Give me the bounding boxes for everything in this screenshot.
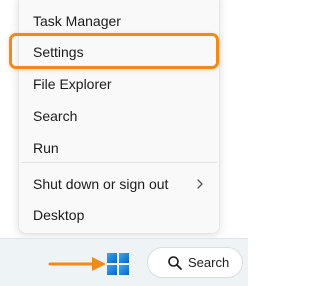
windows-logo-icon [107,253,129,275]
menu-item-label: Desktop [33,207,85,223]
taskbar-search-button[interactable]: Search [147,247,243,278]
menu-item-search[interactable]: Search [19,102,219,130]
menu-item-desktop[interactable]: Desktop [19,201,219,229]
menu-item-label: Settings [33,44,84,60]
menu-item-label: Search [33,108,78,124]
menu-item-run[interactable]: Run [19,134,219,162]
menu-separator [21,162,217,163]
menu-item-label: File Explorer [33,76,112,92]
search-icon [168,256,182,270]
menu-item-label: Task Manager [33,13,121,29]
quick-link-menu: Task Manager Settings File Explorer Sear… [18,0,220,234]
menu-item-settings[interactable]: Settings [19,38,219,66]
menu-item-task-manager[interactable]: Task Manager [19,7,219,35]
taskbar: Search [0,238,248,286]
menu-item-label: Run [33,140,59,156]
chevron-right-icon [197,179,203,189]
search-label: Search [188,255,230,270]
menu-item-shut-down[interactable]: Shut down or sign out [19,170,219,198]
start-button[interactable] [104,250,132,278]
menu-item-file-explorer[interactable]: File Explorer [19,70,219,98]
menu-item-label: Shut down or sign out [33,176,169,192]
